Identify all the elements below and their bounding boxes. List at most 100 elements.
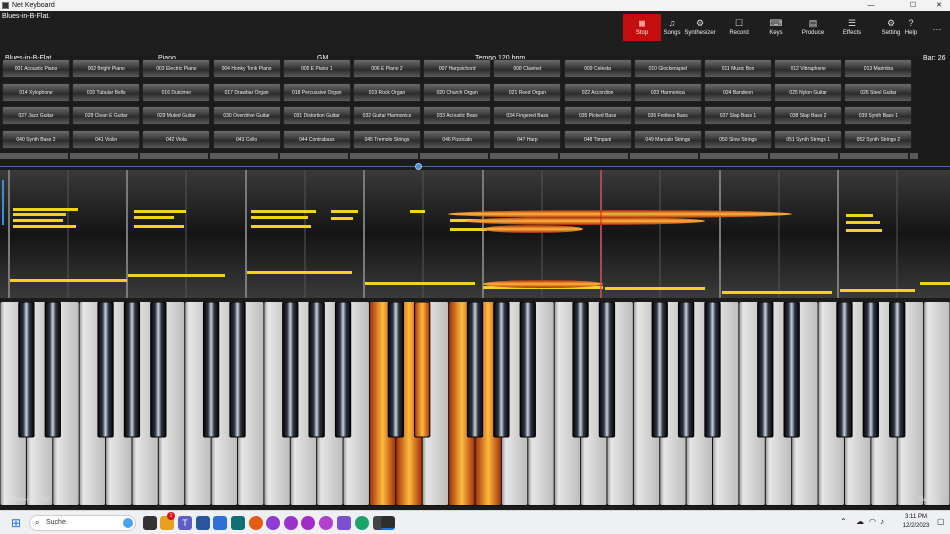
black-key[interactable] — [414, 302, 431, 438]
instrument-button[interactable]: 014 Xylophone — [2, 82, 70, 102]
cloud-icon[interactable]: ☁ — [856, 517, 864, 526]
browser-icon[interactable] — [266, 516, 280, 530]
piano-keyboard[interactable]: Blues-in-B-Flat Bar: 26 — [0, 302, 950, 506]
instrument-button[interactable]: 042 Viola — [142, 129, 211, 149]
maximize-button[interactable]: ☐ — [902, 0, 924, 11]
instrument-button[interactable]: 047 Harp — [493, 129, 562, 149]
instrument-button[interactable]: 026 Steel Guitar — [844, 82, 913, 102]
help-button[interactable]: ? Help — [900, 14, 922, 41]
file-explorer-icon[interactable]: 1 — [160, 512, 175, 530]
instrument-button[interactable]: 015 Tubular Bells — [72, 82, 141, 102]
edge-icon[interactable] — [355, 516, 369, 530]
black-key[interactable] — [334, 302, 352, 438]
instrument-button[interactable]: 010 Glockenspiel — [633, 59, 702, 78]
instrument-button[interactable]: 022 Accordion — [563, 82, 632, 102]
black-key[interactable] — [466, 302, 484, 438]
black-key[interactable] — [387, 302, 404, 438]
more-button[interactable]: ⋯ — [926, 14, 948, 41]
instrument-button[interactable]: 013 Marimba — [844, 59, 913, 78]
instrument-button[interactable]: 052 Synth Strings 2 — [844, 129, 913, 149]
black-key[interactable] — [282, 302, 299, 438]
instrument-button[interactable]: 037 Slap Bass 1 — [704, 106, 772, 125]
volume-icon[interactable]: ♪ — [880, 517, 884, 526]
app-icon-ring[interactable] — [301, 516, 315, 530]
instrument-button[interactable]: 009 Celesta — [563, 59, 632, 78]
instrument-button[interactable]: 023 Harmonica — [633, 82, 702, 102]
black-key[interactable] — [97, 302, 114, 438]
instrument-button[interactable]: 032 Guitar Harmonics — [353, 106, 421, 125]
effects-button[interactable]: ☰ Effects — [833, 14, 871, 41]
instrument-button[interactable]: 007 Harpsichord — [423, 59, 492, 78]
black-key[interactable] — [150, 302, 167, 438]
instrument-button[interactable]: 002 Bright Piano — [72, 59, 141, 78]
black-key[interactable] — [836, 302, 853, 438]
instrument-button[interactable]: 020 Church Organ — [423, 82, 492, 102]
piano-roll[interactable] — [0, 170, 950, 298]
instrument-button[interactable]: 018 Percussive Organ — [282, 82, 351, 102]
splitter-handle[interactable] — [415, 163, 422, 170]
instrument-button[interactable]: 019 Rock Organ — [353, 82, 421, 102]
minimize-button[interactable]: — — [860, 0, 882, 11]
record-button[interactable]: ☐ Record — [720, 14, 758, 41]
copilot-icon[interactable] — [123, 518, 133, 528]
instrument-button[interactable]: 050 Slow Strings — [704, 129, 772, 149]
instrument-button[interactable]: 045 Tremolo Strings — [353, 129, 421, 149]
instrument-button[interactable]: 006 E Piano 2 — [353, 59, 421, 78]
outlook-icon[interactable] — [213, 516, 227, 530]
instrument-button[interactable]: 048 Timpani — [563, 129, 632, 149]
instrument-button[interactable]: 004 Honky Tonk Piano — [212, 59, 281, 78]
instrument-button[interactable]: 031 Distortion Guitar — [282, 106, 351, 125]
instrument-button[interactable]: 008 Clavinet — [493, 59, 562, 78]
black-key[interactable] — [889, 302, 906, 438]
taskbar-clock[interactable]: 3:11 PM 12/2/2023 — [896, 513, 936, 531]
black-key[interactable] — [493, 302, 510, 438]
instrument-button[interactable]: 044 Contrabass — [282, 129, 351, 149]
black-key[interactable] — [704, 302, 721, 438]
instrument-button[interactable]: 040 Synth Bass 2 — [2, 129, 70, 149]
black-key[interactable] — [651, 302, 668, 438]
instrument-button[interactable]: 035 Picked Bass — [563, 106, 632, 125]
black-key[interactable] — [308, 302, 325, 438]
instrument-button[interactable]: 003 Electric Piano — [142, 59, 211, 78]
black-key[interactable] — [862, 302, 879, 438]
word-icon[interactable] — [196, 516, 210, 530]
instrument-button[interactable]: 036 Fretless Bass — [633, 106, 702, 125]
task-view-icon[interactable] — [143, 516, 157, 530]
app-icon-purple[interactable] — [284, 516, 298, 530]
instrument-button[interactable]: 049 Marcato Strings — [633, 129, 702, 149]
teams-icon[interactable]: T — [178, 516, 192, 530]
instrument-button[interactable]: 051 Synth Strings 1 — [774, 129, 843, 149]
instrument-button[interactable]: 043 Cello — [212, 129, 281, 149]
black-key[interactable] — [519, 302, 536, 438]
instrument-button[interactable]: 025 Nylon Guitar — [774, 82, 843, 102]
instrument-button[interactable]: 016 Dulcimer — [142, 82, 211, 102]
store-icon[interactable] — [231, 516, 245, 530]
black-key[interactable] — [18, 302, 35, 438]
instrument-button[interactable]: 046 Pizzicato — [423, 129, 492, 149]
black-key[interactable] — [757, 302, 774, 438]
instrument-button[interactable]: 027 Jazz Guitar — [2, 106, 70, 125]
instrument-button[interactable]: 005 E Piano 1 — [282, 59, 351, 78]
black-key[interactable] — [783, 302, 800, 438]
black-key[interactable] — [598, 302, 616, 438]
black-key[interactable] — [202, 302, 220, 438]
black-key[interactable] — [229, 302, 246, 438]
notification-icon[interactable]: ▢ — [937, 517, 945, 526]
instrument-button[interactable]: 034 Fingered Bass — [493, 106, 562, 125]
instrument-button[interactable]: 041 Violin — [72, 129, 141, 149]
black-key[interactable] — [123, 302, 141, 438]
instrument-button[interactable]: 029 Muted Guitar — [142, 106, 211, 125]
instrument-button[interactable]: 033 Acoustic Bass — [423, 106, 492, 125]
synthesizer-button[interactable]: ⚙ Synthesizer — [681, 14, 719, 41]
instrument-button[interactable]: 028 Clean E Guitar — [72, 106, 141, 125]
instrument-button[interactable]: 030 Overdrive Guitar — [212, 106, 281, 125]
black-key[interactable] — [44, 302, 61, 438]
instrument-button[interactable]: 017 Drawbar Organ — [212, 82, 281, 102]
white-key[interactable] — [924, 302, 950, 505]
firefox-icon[interactable] — [249, 516, 263, 530]
wifi-icon[interactable]: ◠ — [869, 517, 876, 526]
produce-button[interactable]: ▤ Produce — [794, 14, 832, 41]
search-input[interactable]: ⌕ Suche — [29, 515, 136, 531]
instrument-button[interactable]: 038 Slap Bass 2 — [774, 106, 843, 125]
black-key[interactable] — [572, 302, 589, 438]
